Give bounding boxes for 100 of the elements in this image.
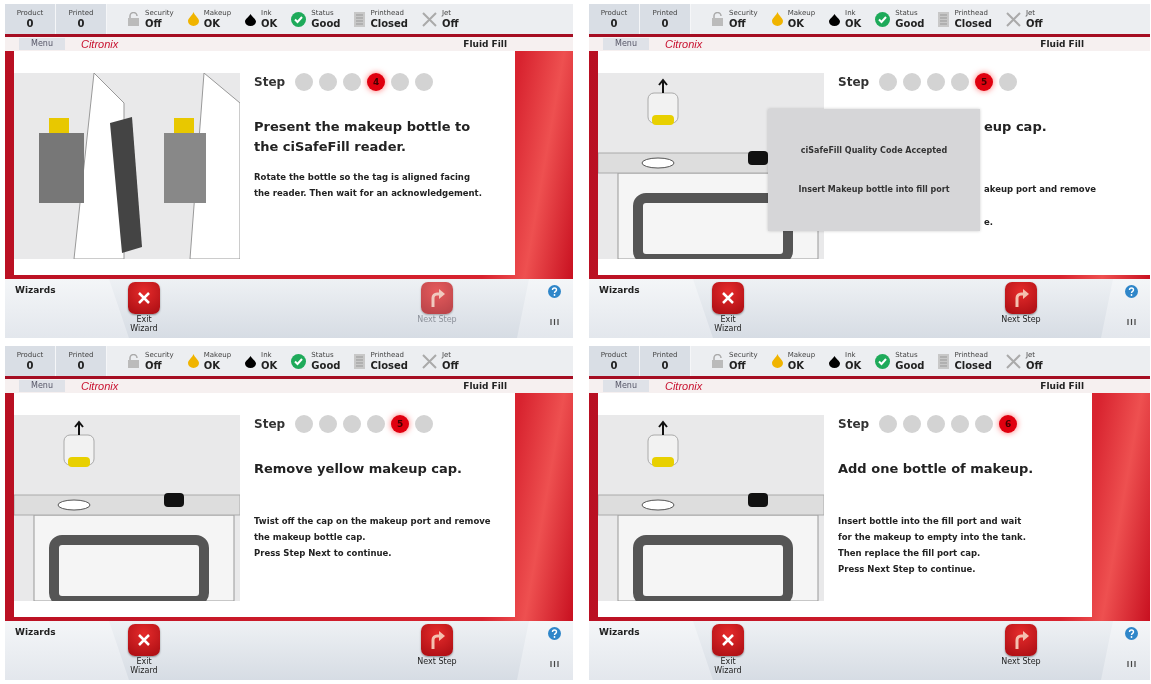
- step-heading: Remove yellow makeup cap.: [254, 460, 464, 478]
- cross-icon: [1005, 353, 1021, 369]
- check-circle-icon: [875, 11, 891, 27]
- drop-icon: [187, 12, 199, 26]
- indicator-value: OK: [787, 18, 805, 29]
- screen-title: Fluid Fill: [463, 381, 507, 391]
- close-icon: [721, 291, 735, 305]
- counter-value: 0: [661, 18, 669, 29]
- counter-value: 0: [26, 18, 34, 29]
- instruction-text: Press Next Step to continue.: [838, 563, 977, 576]
- indicator-value: Good: [311, 18, 341, 29]
- turn-right-arrow-icon: [1013, 289, 1029, 307]
- indicator-value: Closed: [954, 360, 992, 371]
- drop-icon: [245, 354, 257, 368]
- lock-icon: [711, 12, 724, 26]
- step-label: Step: [838, 417, 870, 431]
- printhead-icon: [354, 353, 366, 369]
- indicator-value: Off: [145, 18, 163, 29]
- menu-tab[interactable]: Menu: [603, 380, 649, 392]
- printhead-icon: [354, 11, 366, 27]
- logo: Citronix: [664, 38, 703, 50]
- exit-button[interactable]: [712, 282, 744, 314]
- button-caption: Next Step: [417, 315, 457, 324]
- counter-value: 0: [610, 18, 618, 29]
- lock-icon: [127, 354, 140, 368]
- button-caption: Exit Wizard: [129, 657, 159, 675]
- step-heading: Add one bottle of makeup.: [838, 460, 1035, 478]
- instruction-text: e.: [984, 216, 994, 229]
- indicator-value: Good: [895, 360, 925, 371]
- exit-button[interactable]: [128, 624, 160, 656]
- drop-icon: [829, 354, 841, 368]
- indicator-value: Closed: [370, 360, 408, 371]
- next-button[interactable]: [1005, 624, 1037, 656]
- instruction-text: Then replace the fill port cap.: [838, 547, 982, 560]
- lock-icon: [711, 354, 724, 368]
- counter-value: 0: [661, 360, 669, 371]
- indicator-value: Off: [1025, 18, 1043, 29]
- close-icon: [137, 291, 151, 305]
- indicator-value: Off: [729, 18, 747, 29]
- counter-value: 0: [610, 360, 618, 371]
- logo: Citronix: [80, 38, 119, 50]
- help-icon[interactable]: [548, 285, 561, 298]
- close-icon: [721, 633, 735, 647]
- instruction-text: Press Step Next to continue.: [254, 547, 393, 560]
- counter-value: 0: [26, 360, 34, 371]
- step-dot: 5: [975, 73, 994, 91]
- help-icon[interactable]: [548, 627, 561, 640]
- instruction-text: the makeup bottle cap.: [254, 531, 367, 544]
- instruction-text: Rotate the bottle so the tag is aligned facing: [254, 171, 471, 184]
- instruction-text: Insert bottle into the fill port and wait: [838, 515, 1023, 528]
- counter-value: 0: [77, 18, 85, 29]
- lock-icon: [127, 12, 140, 26]
- step-label: Step: [254, 417, 286, 431]
- dialog-message: ciSafeFill Quality Code Accepted: [800, 146, 948, 155]
- indicator-value: OK: [203, 18, 221, 29]
- cross-icon: [421, 353, 437, 369]
- indicator-value: OK: [787, 360, 805, 371]
- menu-tab[interactable]: Menu: [19, 380, 65, 392]
- cross-icon: [1005, 11, 1021, 27]
- printhead-icon: [938, 353, 950, 369]
- more-icon[interactable]: [1127, 661, 1136, 667]
- step-label: Step: [254, 75, 286, 89]
- step-label: Step: [838, 75, 870, 89]
- step-dot: 6: [999, 415, 1018, 433]
- indicator-value: Off: [729, 360, 747, 371]
- drop-icon: [187, 354, 199, 368]
- button-caption: Next Step: [1001, 315, 1041, 324]
- more-icon[interactable]: [550, 319, 559, 325]
- indicator-value: Good: [895, 18, 925, 29]
- screen-title: Fluid Fill: [1040, 381, 1084, 391]
- button-caption: Next Step: [417, 657, 457, 666]
- button-caption: Next Step: [1001, 657, 1041, 666]
- drop-icon: [829, 12, 841, 26]
- logo: Citronix: [80, 380, 119, 392]
- button-caption: Exit Wizard: [713, 657, 743, 675]
- indicator-value: OK: [261, 18, 278, 29]
- indicator-value: OK: [845, 18, 862, 29]
- menu-tab[interactable]: Menu: [19, 38, 65, 50]
- exit-button[interactable]: [712, 624, 744, 656]
- drop-icon: [771, 354, 783, 368]
- next-button[interactable]: [421, 624, 453, 656]
- help-icon[interactable]: [1125, 285, 1138, 298]
- exit-button[interactable]: [128, 282, 160, 314]
- more-icon[interactable]: [1127, 319, 1136, 325]
- more-icon[interactable]: [550, 661, 559, 667]
- indicator-value: Good: [311, 360, 341, 371]
- logo: Citronix: [664, 380, 703, 392]
- step-dot: 5: [391, 415, 410, 433]
- close-icon: [137, 633, 151, 647]
- instruction-text: Twist off the cap on the makeup port and remove: [254, 515, 492, 528]
- button-caption: Exit Wizard: [129, 315, 159, 333]
- indicator-value: OK: [203, 360, 221, 371]
- indicator-value: Closed: [954, 18, 992, 29]
- indicator-value: OK: [845, 360, 862, 371]
- next-button[interactable]: [1005, 282, 1037, 314]
- menu-tab[interactable]: Menu: [603, 38, 649, 50]
- bar-title: Wizards: [14, 626, 57, 639]
- indicator-value: Off: [145, 360, 163, 371]
- help-icon[interactable]: [1125, 627, 1138, 640]
- turn-right-arrow-icon: [429, 289, 445, 307]
